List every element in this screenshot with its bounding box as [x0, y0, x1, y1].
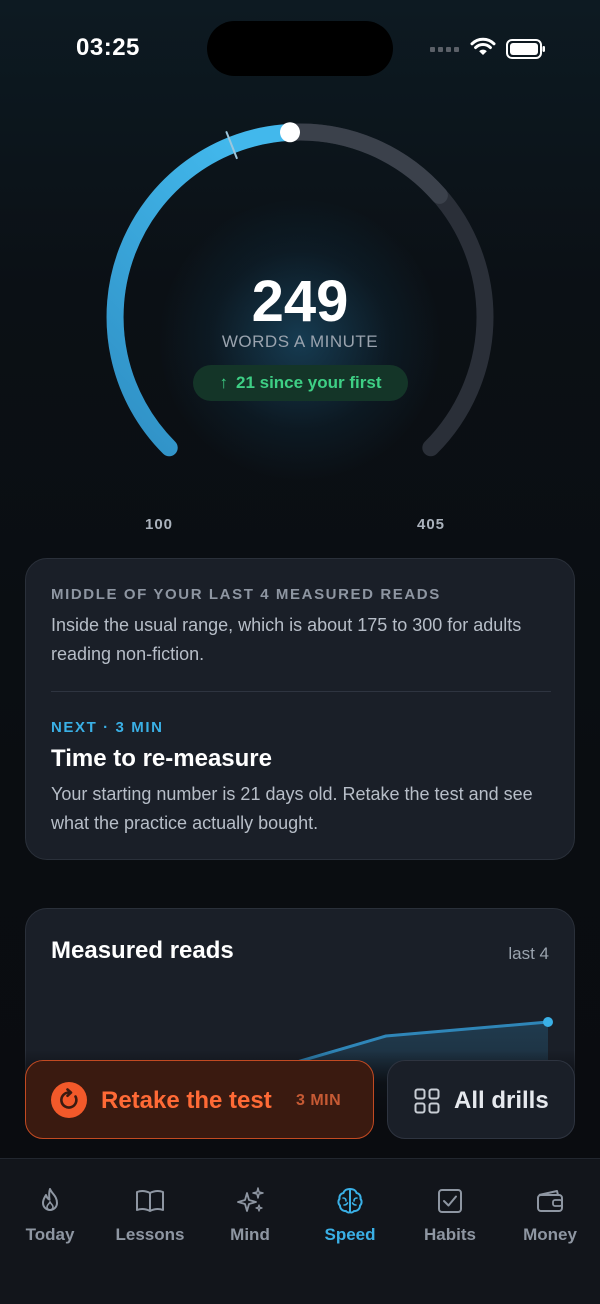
tab-label: Habits	[424, 1225, 476, 1244]
status-time: 03:25	[76, 34, 140, 61]
delta-badge: ↑ 21 since your first	[193, 365, 408, 401]
wallet-icon	[537, 1190, 563, 1212]
tab-today[interactable]: Today	[0, 1159, 100, 1259]
grid-icon	[414, 1088, 440, 1114]
wifi-icon	[470, 37, 496, 55]
cellular-signal-icon	[430, 47, 460, 53]
status-bar: 03:25	[0, 0, 600, 96]
tab-lessons[interactable]: Lessons	[100, 1159, 200, 1259]
reads-latest-point	[543, 1017, 553, 1027]
wpm-value: 249	[251, 269, 349, 334]
tab-label: Speed	[324, 1225, 376, 1244]
tab-speed[interactable]: Speed	[300, 1159, 400, 1259]
delta-text: 21 since your first	[235, 373, 382, 392]
speed-gauge: 249 WORDS A MINUTE ↑ 21 since your first…	[0, 120, 600, 540]
tab-label: Mind	[230, 1225, 270, 1244]
flame-icon	[42, 1188, 58, 1211]
all-drills-button[interactable]: All drills	[387, 1060, 575, 1139]
summary-body: Inside the usual range, which is about 1…	[51, 615, 522, 664]
tab-label: Lessons	[115, 1225, 185, 1244]
all-drills-label: All drills	[454, 1087, 549, 1114]
gauge-knob	[280, 122, 300, 143]
gauge-track-mid	[281, 123, 448, 204]
tab-habits[interactable]: Habits	[400, 1159, 500, 1259]
next-title[interactable]: Time to re-measure	[51, 745, 272, 773]
reads-title: Measured reads	[51, 937, 234, 964]
retake-duration: 3 MIN	[296, 1092, 342, 1109]
dynamic-island	[207, 21, 393, 76]
summary-card: MIDDLE OF YOUR LAST 4 MEASURED READS Ins…	[25, 558, 575, 860]
sparkles-icon	[237, 1187, 264, 1212]
checkbox-icon	[438, 1189, 462, 1213]
tab-label: Money	[523, 1225, 577, 1244]
next-body: Your starting number is 21 days old. Ret…	[51, 784, 533, 833]
summary-overline: MIDDLE OF YOUR LAST 4 MEASURED READS	[51, 586, 441, 603]
wpm-label: WORDS A MINUTE	[221, 332, 379, 351]
retake-test-button[interactable]: Retake the test 3 MIN	[25, 1060, 374, 1139]
battery-icon	[506, 39, 545, 59]
gauge-max-label: 405	[417, 516, 446, 533]
arrow-up-icon: ↑	[219, 373, 228, 392]
retake-label: Retake the test	[101, 1087, 272, 1114]
card-divider	[51, 691, 551, 692]
reads-range[interactable]: last 4	[508, 944, 549, 964]
tab-label: Today	[25, 1225, 75, 1244]
tab-money[interactable]: Money	[500, 1159, 600, 1259]
tab-bar: Today Lessons Mind Speed Habits Money	[0, 1158, 600, 1304]
next-tag: NEXT · 3 MIN	[51, 719, 164, 736]
gauge-min-label: 100	[145, 516, 174, 533]
book-icon	[136, 1189, 164, 1212]
tab-mind[interactable]: Mind	[200, 1159, 300, 1259]
retake-icon	[51, 1082, 87, 1118]
brain-icon	[337, 1188, 363, 1214]
